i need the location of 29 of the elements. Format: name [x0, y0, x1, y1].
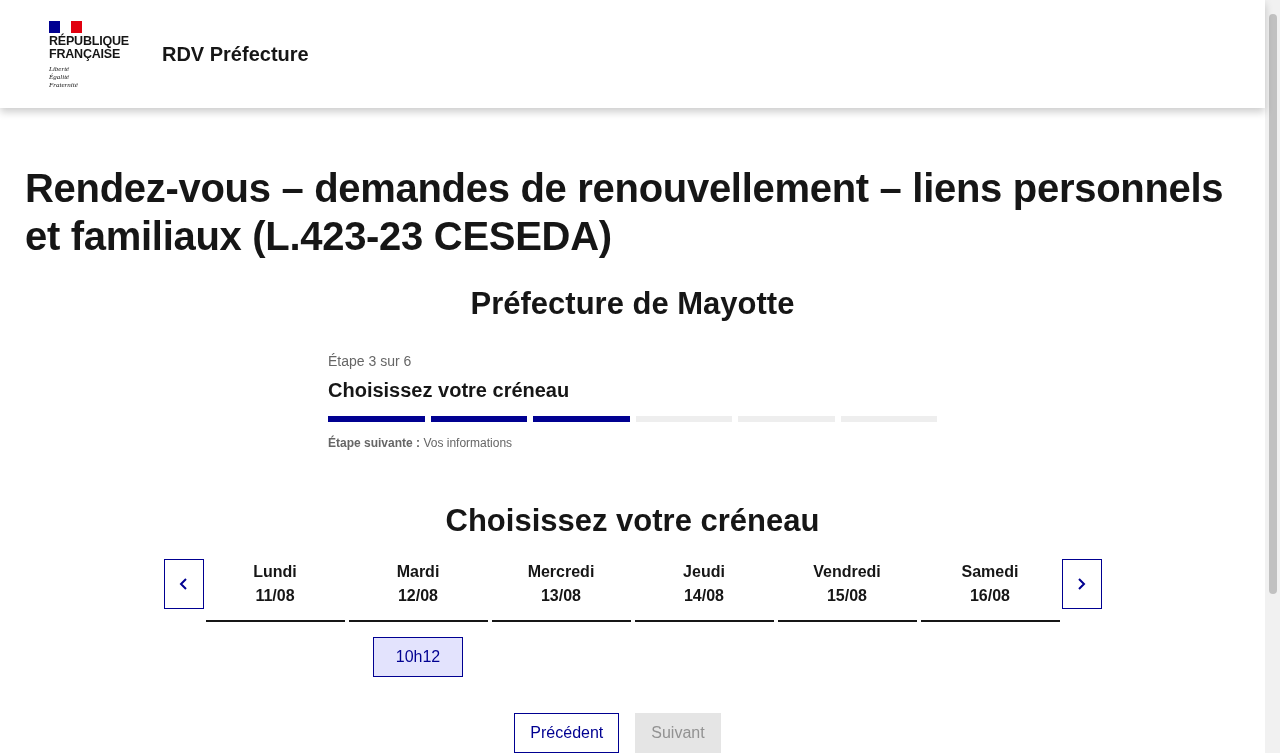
chevron-right-icon [1077, 577, 1086, 591]
day-name: Lundi [253, 562, 297, 582]
flag-icon [49, 21, 82, 33]
chevron-left-icon [179, 577, 188, 591]
previous-week-button[interactable] [163, 559, 204, 609]
day-name: Mercredi [527, 562, 595, 582]
step-title: Choisissez votre créneau [328, 379, 571, 402]
logo-text: RÉPUBLIQUE [49, 35, 129, 48]
day-name: Mardi [396, 562, 440, 582]
service-title[interactable]: RDV Préfecture [161, 42, 309, 66]
scrollbar[interactable] [1265, 0, 1280, 753]
day-name: Vendredi [813, 562, 881, 582]
day-name: Jeudi [683, 562, 725, 582]
office-title: Préfecture de Mayotte [469, 286, 796, 322]
page-title: Rendez-vous – demandes de renouvellement – liens personnels et familiaux (L.423-23 CESEDA) [25, 165, 1225, 260]
day-date: 13/08 [540, 586, 581, 606]
logo-text: FRANÇAISE [49, 48, 121, 61]
next-week-button[interactable] [1061, 559, 1102, 609]
day-date: 14/08 [683, 586, 724, 606]
section-title: Choisissez votre créneau [444, 503, 821, 539]
day-name: Samedi [961, 562, 1019, 582]
day-date: 11/08 [255, 586, 295, 606]
day-date: 15/08 [826, 586, 867, 606]
day-date: 16/08 [969, 586, 1010, 606]
step-counter: Étape 3 sur 6 [328, 353, 413, 369]
next-step-text: Étape suivante : Vos informations [328, 436, 514, 450]
day-date: 12/08 [397, 586, 438, 606]
time-slot-button[interactable]: 10h12 [373, 637, 463, 677]
previous-button[interactable]: Précédent [514, 713, 620, 753]
